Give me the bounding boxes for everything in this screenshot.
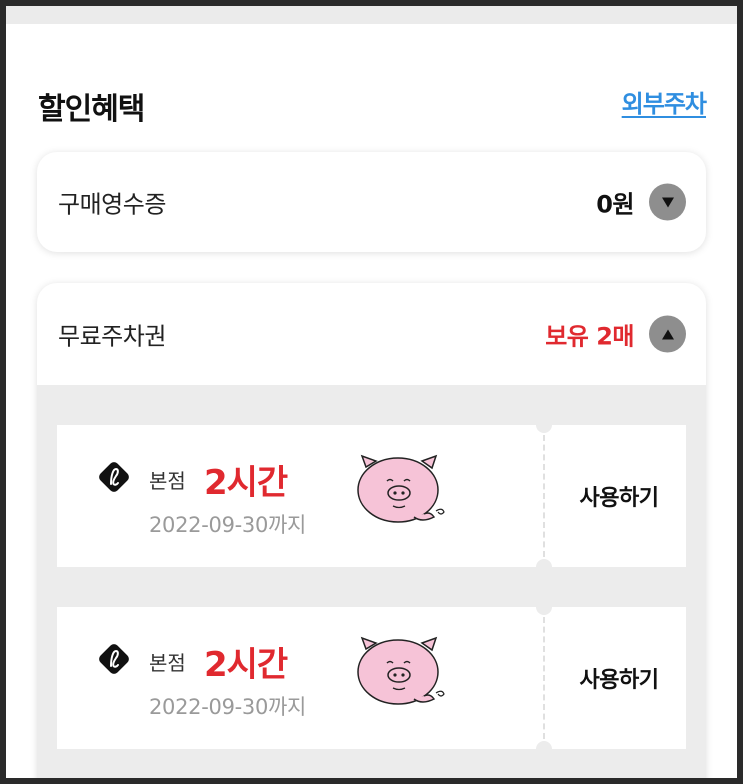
ticket-notch (536, 599, 552, 615)
free-parking-card: 무료주차권 보유 2매 본점 2시간 2022-09-30까지 사용하기 본점 … (37, 283, 706, 778)
app-screen: 할인혜택 외부주차 구매영수증 0원 무료주차권 보유 2매 본점 2시간 20… (6, 6, 737, 778)
ticket-list: 본점 2시간 2022-09-30까지 사용하기 본점 2시간 2022-09-… (37, 385, 706, 778)
ticket-expiry: 2022-09-30까지 (149, 695, 307, 719)
use-ticket-button[interactable]: 사용하기 (552, 607, 686, 749)
receipt-card[interactable]: 구매영수증 0원 (37, 152, 706, 252)
ticket-count: 보유 2매 (545, 322, 634, 351)
ticket-duration: 2시간 (204, 645, 288, 685)
section-title: 할인혜택 (38, 92, 145, 127)
expand-toggle-button[interactable] (649, 183, 686, 221)
brand-logo-icon (99, 644, 129, 674)
caret-down-icon (661, 197, 674, 207)
receipt-label: 구매영수증 (58, 190, 166, 219)
parking-ticket: 본점 2시간 2022-09-30까지 사용하기 (57, 417, 686, 575)
use-ticket-button[interactable]: 사용하기 (552, 425, 686, 567)
free-parking-label: 무료주차권 (58, 322, 166, 351)
top-divider (6, 6, 737, 24)
receipt-row[interactable]: 구매영수증 0원 (37, 152, 706, 252)
ticket-notch (536, 741, 552, 757)
ticket-branch: 본점 (149, 651, 186, 675)
ticket-branch: 본점 (149, 469, 186, 493)
receipt-amount: 0원 (596, 190, 634, 219)
pig-mascot-icon (357, 454, 445, 523)
caret-up-icon (661, 329, 674, 339)
external-parking-link[interactable]: 외부주차 (622, 84, 707, 119)
ticket-perforation (543, 435, 545, 557)
free-parking-row[interactable]: 무료주차권 보유 2매 (37, 283, 706, 385)
pig-mascot-icon (357, 636, 445, 705)
ticket-notch (536, 417, 552, 433)
ticket-expiry: 2022-09-30까지 (149, 513, 307, 537)
parking-ticket: 본점 2시간 2022-09-30까지 사용하기 (57, 599, 686, 757)
collapse-toggle-button[interactable] (649, 315, 686, 353)
ticket-duration: 2시간 (204, 463, 288, 503)
brand-logo-icon (99, 462, 129, 492)
ticket-perforation (543, 617, 545, 739)
ticket-notch (536, 559, 552, 575)
